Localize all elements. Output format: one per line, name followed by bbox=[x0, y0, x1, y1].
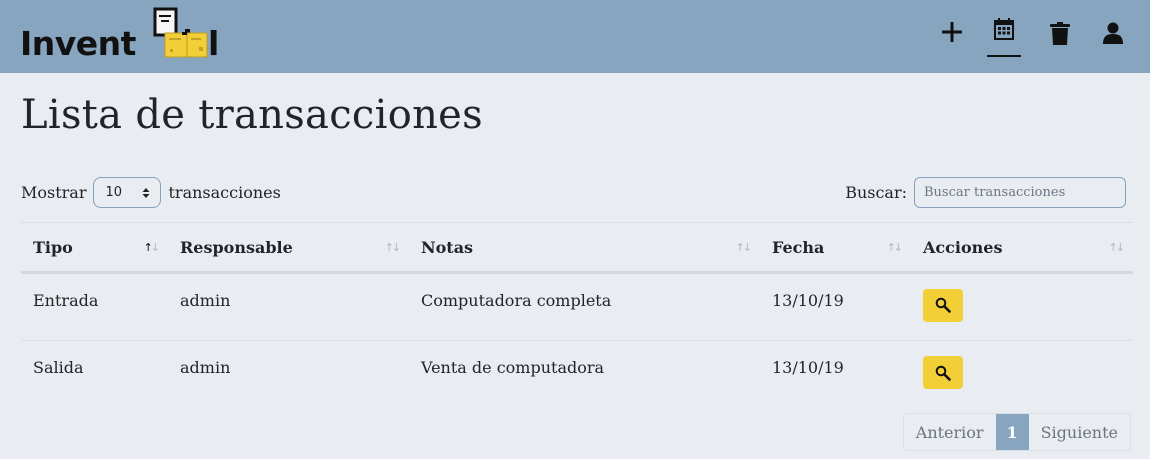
table-row: Entrada admin Computadora completa 13/10… bbox=[21, 273, 1133, 341]
plus-icon bbox=[942, 22, 962, 42]
nav-add-button[interactable] bbox=[935, 20, 969, 56]
page-length-select[interactable]: 10 bbox=[92, 177, 161, 208]
brand-text-end: l bbox=[208, 24, 220, 63]
length-prefix-label: Mostrar bbox=[21, 183, 87, 202]
column-header-acciones[interactable]: Acciones ↑↓ bbox=[911, 223, 1133, 273]
nav-transactions-button[interactable] bbox=[987, 18, 1021, 57]
cell-tipo: Salida bbox=[33, 358, 84, 378]
table-row: Salida admin Venta de computadora 13/10/… bbox=[21, 341, 1133, 409]
search-control: Buscar: bbox=[845, 177, 1126, 208]
navbar: Invent l bbox=[0, 0, 1150, 73]
cell-fecha: 13/10/19 bbox=[772, 290, 844, 310]
box-logo-icon bbox=[153, 7, 208, 58]
length-suffix-label: transacciones bbox=[168, 183, 281, 202]
sort-ascending-icon: ↑↓ bbox=[143, 241, 161, 254]
column-header-responsable[interactable]: Responsable ↑↓ bbox=[168, 223, 409, 273]
nav-user-button[interactable] bbox=[1096, 22, 1130, 58]
pagination-next-button[interactable]: Siguiente bbox=[1029, 414, 1130, 450]
sort-icon: ↑↓ bbox=[384, 241, 402, 254]
search-input[interactable] bbox=[914, 177, 1126, 208]
table-header-row: Tipo ↑↓ Responsable ↑↓ Notas ↑↓ Fecha ↑↓… bbox=[21, 222, 1133, 273]
cell-notas: Computadora completa bbox=[421, 290, 612, 310]
search-label: Buscar: bbox=[845, 183, 907, 202]
magnifier-icon bbox=[935, 297, 951, 313]
user-icon bbox=[1103, 22, 1123, 44]
sort-icon: ↑↓ bbox=[1108, 241, 1126, 254]
pagination: Anterior 1 Siguiente bbox=[902, 413, 1131, 451]
cell-fecha: 13/10/19 bbox=[772, 358, 844, 378]
cell-responsable: admin bbox=[180, 358, 231, 378]
view-transaction-button[interactable] bbox=[923, 356, 963, 390]
brand-logo[interactable]: Invent l bbox=[20, 7, 220, 63]
cell-acciones bbox=[911, 273, 1133, 341]
trash-icon bbox=[1050, 22, 1070, 45]
sort-arrows-icon bbox=[142, 187, 149, 198]
cell-notas: Venta de computadora bbox=[421, 358, 605, 378]
cell-tipo: Entrada bbox=[33, 290, 99, 310]
column-header-tipo[interactable]: Tipo ↑↓ bbox=[21, 223, 168, 273]
page-length-control: Mostrar 10 transacciones bbox=[21, 177, 281, 208]
magnifier-icon bbox=[935, 365, 951, 381]
cell-acciones bbox=[911, 341, 1133, 409]
cell-responsable: admin bbox=[180, 290, 231, 310]
column-header-fecha[interactable]: Fecha ↑↓ bbox=[760, 223, 911, 273]
pagination-previous-button[interactable]: Anterior bbox=[904, 414, 996, 450]
sort-icon: ↑↓ bbox=[735, 241, 753, 254]
pagination-page-button[interactable]: 1 bbox=[995, 414, 1029, 450]
brand-text: Invent bbox=[20, 24, 136, 63]
page-length-value: 10 bbox=[105, 185, 123, 200]
column-header-notas[interactable]: Notas ↑↓ bbox=[409, 223, 760, 273]
calendar-icon bbox=[994, 18, 1014, 40]
transactions-table: Tipo ↑↓ Responsable ↑↓ Notas ↑↓ Fecha ↑↓… bbox=[21, 222, 1133, 409]
nav-delete-button[interactable] bbox=[1043, 22, 1077, 58]
page-title: Lista de transacciones bbox=[21, 92, 483, 138]
view-transaction-button[interactable] bbox=[923, 288, 963, 322]
sort-icon: ↑↓ bbox=[886, 241, 904, 254]
